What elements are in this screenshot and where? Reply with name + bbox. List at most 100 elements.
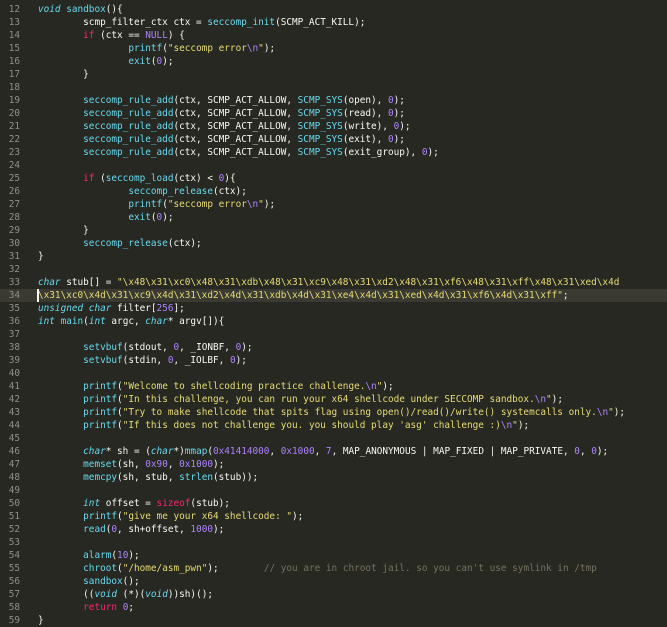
code-line-35[interactable]: 35 unsigned char filter[256]; — [0, 302, 667, 315]
line-number: 30 — [8, 238, 20, 249]
code-token: filter[ — [111, 303, 157, 314]
code-line-48[interactable]: 48 memcpy(sh, stub, strlen(stub)); — [0, 471, 667, 484]
code-token: printf — [83, 407, 118, 418]
code-token: , _IONBF, — [179, 342, 236, 353]
code-line-42[interactable]: 42 printf("In this challenge, you can ru… — [0, 393, 667, 406]
code-line-12[interactable]: 12 void sandbox(){ — [0, 3, 667, 16]
code-editor[interactable]: 12 void sandbox(){13 scmp_filter_ctx ctx … — [0, 0, 667, 626]
code-token: ); — [551, 394, 563, 405]
code-token: 0x1000 — [280, 446, 315, 457]
code-line-13[interactable]: 13 scmp_filter_ctx ctx = seccomp_init(SC… — [0, 16, 667, 29]
line-number: 59 — [8, 615, 20, 626]
code-line-14[interactable]: 14 if (ctx == NULL) { — [0, 29, 667, 42]
code-token: int — [83, 498, 101, 509]
code-token: (ctx, SCMP_ACT_ALLOW, — [173, 95, 298, 106]
code-line-58[interactable]: 58 return 0; — [0, 601, 667, 614]
code-line-21[interactable]: 21 seccomp_rule_add(ctx, SCMP_ACT_ALLOW,… — [0, 120, 667, 133]
code-token: ))sh)(); — [167, 589, 213, 600]
code-line-40[interactable]: 40 — [0, 367, 667, 380]
code-text: printf("give me your x64 shellcode: "); — [38, 510, 303, 523]
code-line-27[interactable]: 27 printf("seccomp error\n"); — [0, 198, 667, 211]
line-number: 19 — [8, 95, 20, 106]
code-token: } — [38, 225, 89, 236]
code-token: \n — [365, 381, 377, 392]
code-line-37[interactable]: 37 — [0, 328, 667, 341]
code-line-32[interactable]: 32 — [0, 263, 667, 276]
code-token: ); — [517, 420, 530, 431]
code-line-25[interactable]: 25 if (seccomp_load(ctx) < 0){ — [0, 172, 667, 185]
code-token: mmap — [184, 446, 208, 457]
code-token: ); — [393, 134, 405, 145]
code-token: \n — [246, 199, 259, 210]
code-line-45[interactable]: 45 — [0, 432, 667, 445]
code-line-23[interactable]: 23 seccomp_rule_add(ctx, SCMP_ACT_ALLOW,… — [0, 146, 667, 159]
code-line-59[interactable]: 59} — [0, 614, 667, 627]
code-line-17[interactable]: 17 } — [0, 68, 667, 81]
code-line-50[interactable]: 50 int offset = sizeof(stub); — [0, 497, 667, 510]
code-line-28[interactable]: 28 exit(0); — [0, 211, 667, 224]
code-token: (exit), — [342, 134, 388, 145]
code-line-44[interactable]: 44 printf("If this does not challenge yo… — [0, 419, 667, 432]
code-text: } — [38, 250, 44, 263]
code-text: if (seccomp_load(ctx) < 0){ — [38, 172, 236, 185]
code-text: seccomp_release(ctx); — [38, 185, 247, 198]
code-token: SCMP_SYS — [297, 147, 343, 158]
code-line-39[interactable]: 39 setvbuf(stdin, 0, _IOLBF, 0); — [0, 354, 667, 367]
code-line-16[interactable]: 16 exit(0); — [0, 55, 667, 68]
code-token: printf — [128, 43, 163, 54]
code-line-51[interactable]: 51 printf("give me your x64 shellcode: "… — [0, 510, 667, 523]
code-line-30[interactable]: 30 seccomp_release(ctx); — [0, 237, 667, 250]
code-line-24[interactable]: 24 — [0, 159, 667, 172]
code-line-49[interactable]: 49 — [0, 484, 667, 497]
code-line-19[interactable]: 19 seccomp_rule_add(ctx, SCMP_ACT_ALLOW,… — [0, 94, 667, 107]
code-line-41[interactable]: 41 printf("Welcome to shellcoding practi… — [0, 380, 667, 393]
code-token: (ctx == — [94, 30, 146, 41]
code-line-55[interactable]: 55 chroot("/home/asm_pwn"); // you are i… — [0, 562, 667, 575]
line-number: 29 — [8, 225, 20, 236]
code-token: \x31\xc0\x4d\x31\xc9\x4d\x31\xd2\x4d\x31… — [38, 290, 563, 301]
code-token: seccomp_rule_add — [83, 147, 174, 158]
code-token: ); — [393, 95, 405, 106]
code-line-36[interactable]: 36 int main(int argc, char* argv[]){ — [0, 315, 667, 328]
line-number: 17 — [8, 69, 20, 80]
code-line-20[interactable]: 20 seccomp_rule_add(ctx, SCMP_ACT_ALLOW,… — [0, 107, 667, 120]
code-line-54[interactable]: 54 alarm(10); — [0, 549, 667, 562]
line-number: 58 — [8, 602, 20, 613]
code-token: ); — [241, 342, 253, 353]
code-line-52[interactable]: 52 read(0, sh+offset, 1000); — [0, 523, 667, 536]
code-line-34[interactable]: 34 \x31\xc0\x4d\x31\xc9\x4d\x31\xd2\x4d\x… — [0, 289, 667, 302]
code-line-43[interactable]: 43 printf("Try to make shellcode that sp… — [0, 406, 667, 419]
code-token: "Welcome to shellcoding practice challen… — [122, 381, 366, 392]
code-token: (stub)); — [213, 472, 259, 483]
code-line-53[interactable]: 53 — [0, 536, 667, 549]
code-text: } — [38, 224, 89, 237]
code-line-18[interactable]: 18 — [0, 81, 667, 94]
text-cursor — [37, 289, 39, 302]
code-line-33[interactable]: 33 char stub[] = "\x48\x31\xc0\x48\x31\xd… — [0, 276, 667, 289]
code-line-38[interactable]: 38 setvbuf(stdout, 0, _IONBF, 0); — [0, 341, 667, 354]
code-line-29[interactable]: 29 } — [0, 224, 667, 237]
code-token: , — [269, 446, 281, 457]
code-line-22[interactable]: 22 seccomp_rule_add(ctx, SCMP_ACT_ALLOW,… — [0, 133, 667, 146]
code-token: ){ — [224, 173, 236, 184]
code-line-57[interactable]: 57 ((void (*)(void))sh)(); — [0, 588, 667, 601]
code-line-26[interactable]: 26 seccomp_release(ctx); — [0, 185, 667, 198]
line-number: 39 — [8, 355, 20, 366]
code-line-47[interactable]: 47 memset(sh, 0x90, 0x1000); — [0, 458, 667, 471]
code-line-15[interactable]: 15 printf("seccomp error\n"); — [0, 42, 667, 55]
code-line-46[interactable]: 46 char* sh = (char*)mmap(0x41414000, 0x… — [0, 445, 667, 458]
code-token: \n — [596, 407, 609, 418]
code-line-31[interactable]: 31} — [0, 250, 667, 263]
line-number: 15 — [8, 43, 20, 54]
code-line-56[interactable]: 56 sandbox(); — [0, 575, 667, 588]
code-token: seccomp_release — [83, 238, 168, 249]
code-token: (sh, — [117, 459, 146, 470]
line-number: 56 — [8, 576, 20, 587]
code-token: int — [38, 316, 55, 327]
code-token: char — [38, 277, 61, 288]
